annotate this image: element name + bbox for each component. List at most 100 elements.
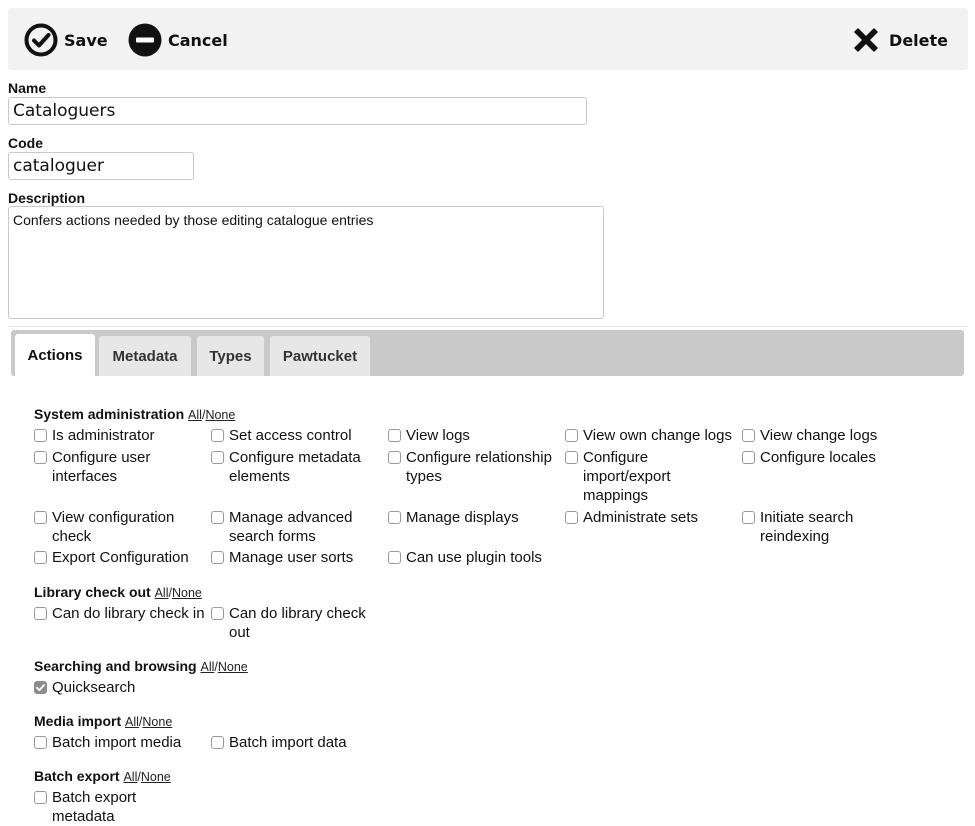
name-label: Name bbox=[8, 80, 47, 96]
checkbox-label: Administrate sets bbox=[583, 509, 699, 526]
select-all-link[interactable]: All bbox=[155, 586, 169, 600]
section-title-searching-and-browsing: Searching and browsing All/None bbox=[34, 658, 248, 674]
checkbox-label: Batch import data bbox=[229, 734, 347, 751]
select-all-link[interactable]: All bbox=[200, 660, 214, 674]
tab-types[interactable]: Types bbox=[197, 336, 264, 376]
tab-pawtucket[interactable]: Pawtucket bbox=[270, 336, 370, 376]
divider bbox=[8, 326, 968, 327]
name-field[interactable] bbox=[8, 97, 587, 125]
tab-actions[interactable]: Actions bbox=[15, 334, 95, 376]
checkbox-box[interactable] bbox=[211, 607, 224, 620]
checkbox-view-change-logs[interactable]: View change logs bbox=[742, 426, 916, 445]
checkbox-manage-advanced-search-forms[interactable]: Manage advanced search forms bbox=[211, 508, 385, 546]
checkbox-label: View own change logs bbox=[583, 427, 732, 444]
select-all-link[interactable]: All bbox=[125, 715, 139, 729]
checkbox-box[interactable] bbox=[34, 736, 47, 749]
checkbox-initiate-search-reindexing[interactable]: Initiate search reindexing bbox=[742, 508, 890, 546]
select-all-link[interactable]: All bbox=[188, 408, 202, 422]
checkmark-icon bbox=[36, 684, 45, 692]
checkbox-configure-locales[interactable]: Configure locales bbox=[742, 448, 916, 467]
select-none-link[interactable]: None bbox=[205, 408, 235, 422]
checkbox-label: View configuration check bbox=[52, 509, 175, 545]
section-label: Library check out bbox=[34, 584, 151, 600]
checkbox-box[interactable] bbox=[388, 451, 401, 464]
checkbox-manage-displays[interactable]: Manage displays bbox=[388, 508, 562, 527]
code-field[interactable] bbox=[8, 152, 194, 180]
checkbox-box[interactable] bbox=[388, 511, 401, 524]
checkbox-set-access-control[interactable]: Set access control bbox=[211, 426, 385, 445]
checkbox-box[interactable] bbox=[211, 551, 224, 564]
checkbox-quicksearch[interactable]: Quicksearch bbox=[34, 678, 208, 697]
checkbox-manage-user-sorts[interactable]: Manage user sorts bbox=[211, 548, 385, 567]
checkbox-batch-import-data[interactable]: Batch import data bbox=[211, 733, 385, 752]
section-label: Media import bbox=[34, 713, 122, 729]
checkbox-box[interactable] bbox=[742, 429, 755, 442]
checkbox-box[interactable] bbox=[211, 736, 224, 749]
checkbox-label: Configure relationship types bbox=[406, 449, 552, 485]
checkbox-box[interactable] bbox=[565, 511, 578, 524]
description-field[interactable]: Confers actions needed by those editing … bbox=[8, 206, 604, 319]
checkbox-configure-user-interfaces[interactable]: Configure user interfaces bbox=[34, 448, 208, 486]
save-label: Save bbox=[64, 30, 108, 50]
checkbox-view-configuration-check[interactable]: View configuration check bbox=[34, 508, 208, 546]
checkbox-configure-import-export-mappings[interactable]: Configure import/export mappings bbox=[565, 448, 713, 505]
checkbox-box[interactable] bbox=[34, 429, 47, 442]
select-none-link[interactable]: None bbox=[141, 770, 171, 784]
save-button[interactable]: Save bbox=[24, 23, 108, 57]
checkbox-box[interactable] bbox=[742, 511, 755, 524]
tab-bar: Actions Metadata Types Pawtucket bbox=[11, 330, 964, 376]
checkbox-export-configuration[interactable]: Export Configuration bbox=[34, 548, 208, 567]
check-circle-icon bbox=[24, 23, 58, 57]
checkbox-configure-relationship-types[interactable]: Configure relationship types bbox=[388, 448, 562, 486]
checkbox-label: Initiate search reindexing bbox=[760, 509, 854, 545]
select-none-link[interactable]: None bbox=[172, 586, 202, 600]
checkbox-box[interactable] bbox=[388, 429, 401, 442]
select-all-link[interactable]: All bbox=[123, 770, 137, 784]
checkbox-can-do-library-check-in[interactable]: Can do library check in bbox=[34, 604, 208, 623]
checkbox-box[interactable] bbox=[565, 429, 578, 442]
checkbox-box[interactable] bbox=[34, 551, 47, 564]
checkbox-label: Export Configuration bbox=[52, 549, 189, 566]
checkbox-box[interactable] bbox=[34, 791, 47, 804]
checkbox-box[interactable] bbox=[211, 429, 224, 442]
checkbox-label: Manage displays bbox=[406, 509, 519, 526]
checkbox-batch-export-metadata[interactable]: Batch export metadata bbox=[34, 788, 172, 826]
checkbox-box[interactable] bbox=[742, 451, 755, 464]
checkbox-is-administrator[interactable]: Is administrator bbox=[34, 426, 208, 445]
checkbox-box[interactable] bbox=[388, 551, 401, 564]
checkbox-label: View logs bbox=[406, 427, 470, 444]
checkbox-box-checked[interactable] bbox=[34, 681, 47, 694]
checkbox-label: Manage advanced search forms bbox=[229, 509, 353, 545]
checkbox-view-own-change-logs[interactable]: View own change logs bbox=[565, 426, 739, 445]
tab-metadata[interactable]: Metadata bbox=[99, 336, 191, 376]
minus-circle-icon bbox=[128, 23, 162, 57]
checkbox-box[interactable] bbox=[34, 451, 47, 464]
delete-button[interactable]: Delete bbox=[849, 23, 948, 57]
checkbox-box[interactable] bbox=[34, 607, 47, 620]
checkbox-label: Is administrator bbox=[52, 427, 155, 444]
section-title-library-check-out: Library check out All/None bbox=[34, 584, 202, 600]
checkbox-can-use-plugin-tools[interactable]: Can use plugin tools bbox=[388, 548, 562, 567]
checkbox-label: Configure user interfaces bbox=[52, 449, 151, 485]
checkbox-label: Can use plugin tools bbox=[406, 549, 542, 566]
checkbox-administrate-sets[interactable]: Administrate sets bbox=[565, 508, 739, 527]
checkbox-label: Manage user sorts bbox=[229, 549, 354, 566]
section-title-batch-export: Batch export All/None bbox=[34, 768, 171, 784]
cancel-button[interactable]: Cancel bbox=[128, 23, 228, 57]
checkbox-box[interactable] bbox=[565, 451, 578, 464]
close-icon bbox=[854, 28, 878, 52]
delete-label: Delete bbox=[889, 30, 948, 50]
section-label: Batch export bbox=[34, 768, 120, 784]
checkbox-view-logs[interactable]: View logs bbox=[388, 426, 562, 445]
checkbox-label: Configure locales bbox=[760, 449, 876, 466]
section-label: Searching and browsing bbox=[34, 658, 197, 674]
checkbox-box[interactable] bbox=[211, 511, 224, 524]
checkbox-batch-import-media[interactable]: Batch import media bbox=[34, 733, 208, 752]
section-label: System administration bbox=[34, 406, 185, 422]
checkbox-box[interactable] bbox=[34, 511, 47, 524]
select-none-link[interactable]: None bbox=[142, 715, 172, 729]
select-none-link[interactable]: None bbox=[218, 660, 248, 674]
checkbox-can-do-library-check-out[interactable]: Can do library check out bbox=[211, 604, 385, 642]
checkbox-configure-metadata-elements[interactable]: Configure metadata elements bbox=[211, 448, 385, 486]
checkbox-box[interactable] bbox=[211, 451, 224, 464]
